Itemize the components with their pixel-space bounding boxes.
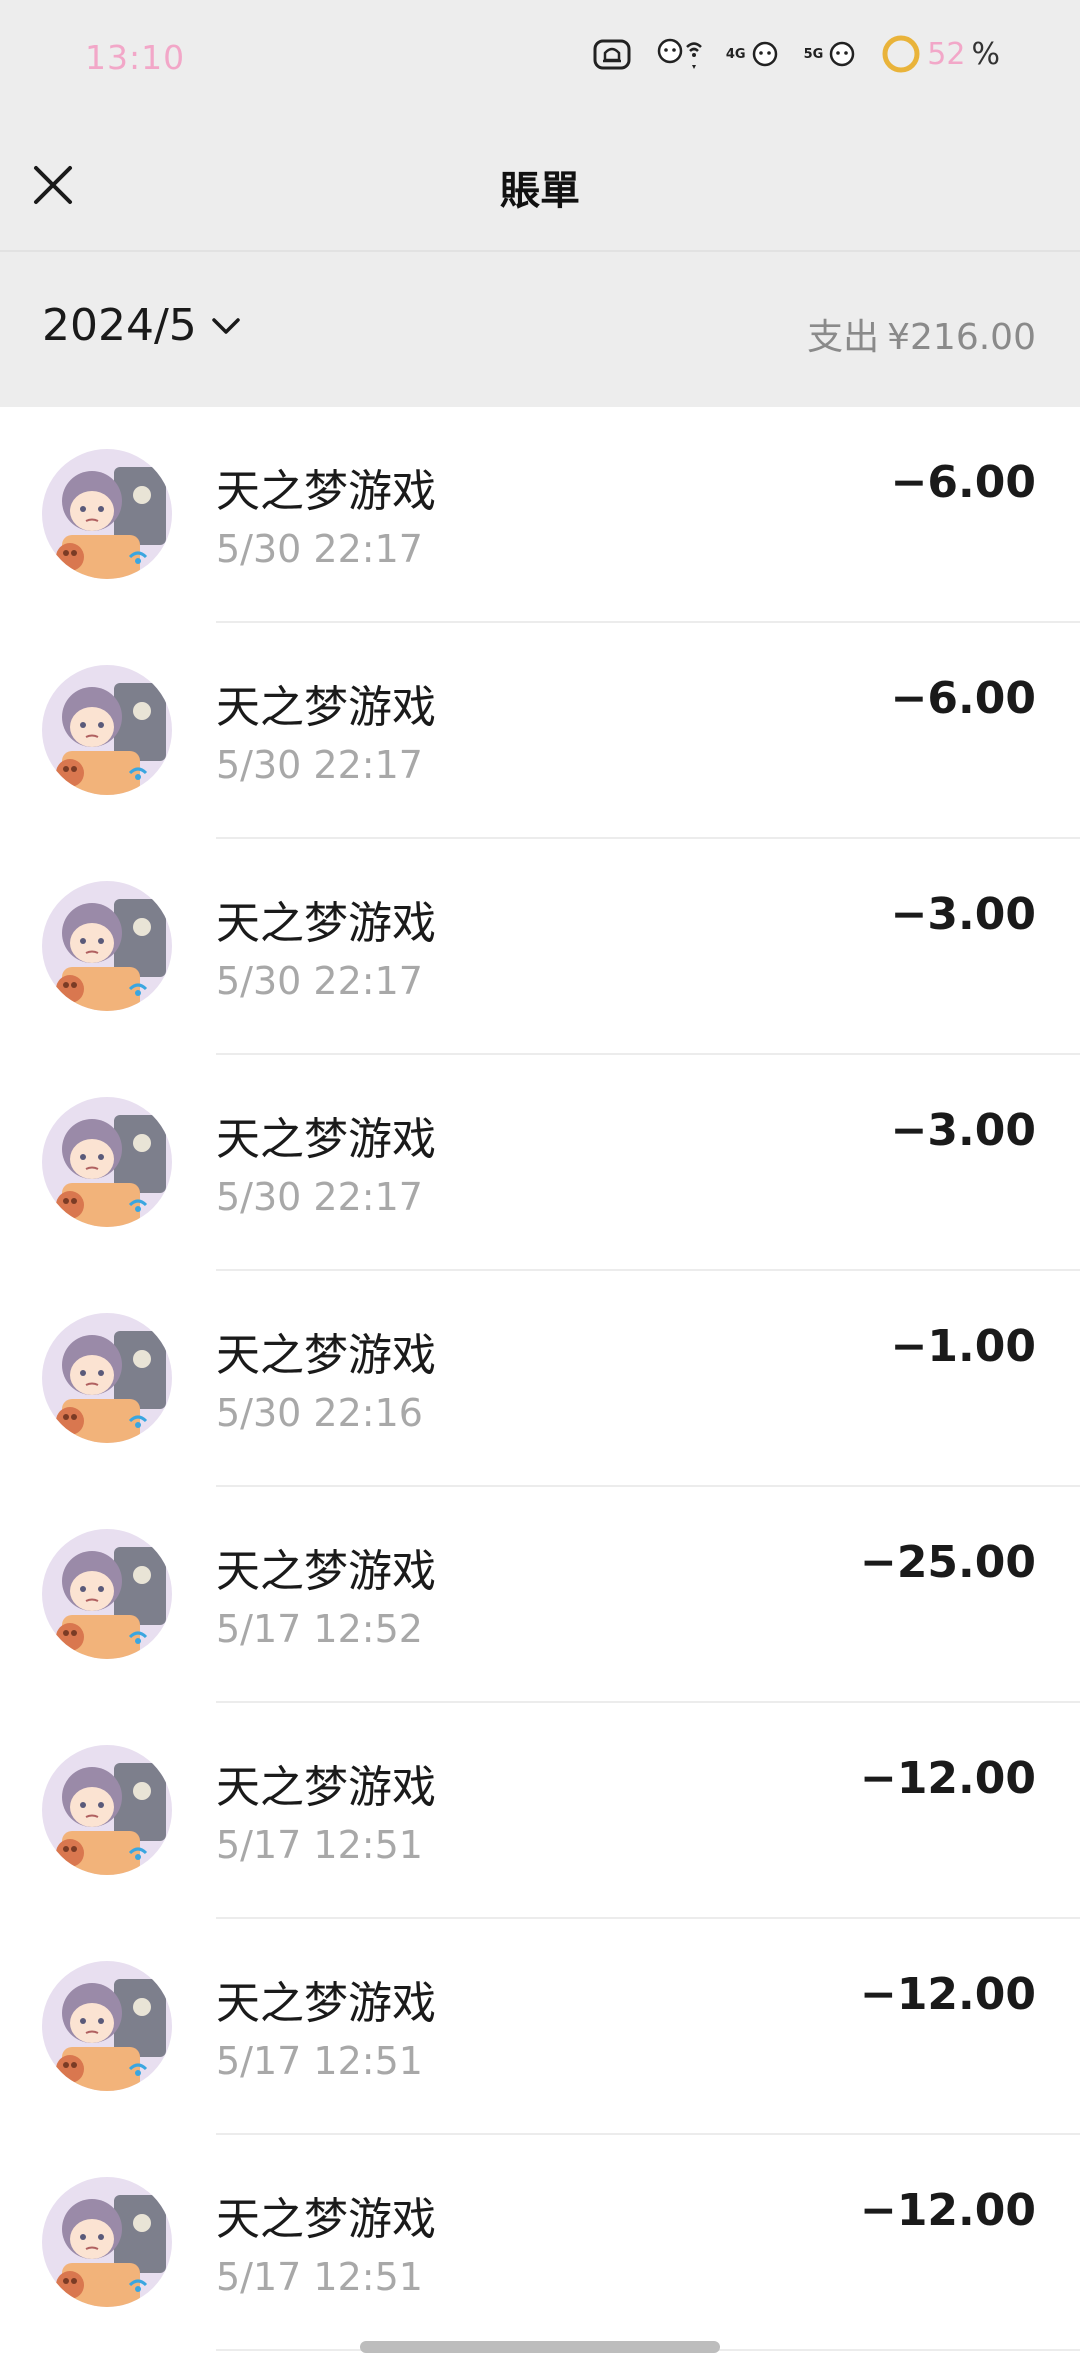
transaction-amount: −12.00: [859, 1753, 1036, 1804]
transaction-amount: −6.00: [890, 673, 1036, 724]
alarm-icon: [592, 36, 632, 72]
merchant-name: 天之梦游戏: [216, 1114, 436, 1165]
transaction-row[interactable]: 天之梦游戏 5/30 22:17 −6.00: [0, 623, 1080, 839]
merchant-name: 天之梦游戏: [216, 682, 436, 733]
transaction-row[interactable]: 天之梦游戏 5/30 22:17 −6.00: [0, 407, 1080, 623]
month-selector[interactable]: 2024/5: [42, 300, 241, 351]
merchant-name: 天之梦游戏: [216, 1762, 436, 1813]
merchant-avatar: [42, 881, 172, 1011]
transaction-row[interactable]: 天之梦游戏 5/30 22:17 −3.00: [0, 1055, 1080, 1271]
transaction-amount: −6.00: [890, 457, 1036, 508]
month-label: 2024/5: [42, 300, 197, 351]
transaction-row[interactable]: 天之梦游戏 5/30 22:17 −3.00: [0, 839, 1080, 1055]
expense-label: 支出: [807, 317, 880, 358]
expense-summary: 支出 ¥216.00: [799, 308, 1036, 360]
transaction-time: 5/30 22:16: [216, 1391, 423, 1435]
transaction-time: 5/30 22:17: [216, 959, 423, 1003]
merchant-avatar: [42, 1529, 172, 1659]
transaction-row[interactable]: 天之梦游戏 5/17 12:51 −12.00: [0, 1703, 1080, 1919]
transaction-amount: −12.00: [859, 1969, 1036, 2020]
expense-total: ¥216.00: [887, 317, 1036, 358]
transaction-list: 天之梦游戏 5/30 22:17 −6.00 天之梦游戏 5/30 22:17 …: [0, 407, 1080, 2351]
transaction-row[interactable]: 天之梦游戏 5/17 12:51 −12.00: [0, 1919, 1080, 2135]
status-bar: 13:10 4G 5G 52 %: [0, 0, 1080, 118]
page-title: 賬單: [500, 168, 580, 214]
transaction-amount: −3.00: [890, 889, 1036, 940]
transaction-row[interactable]: 天之梦游戏 5/17 12:51 −12.00: [0, 2135, 1080, 2351]
merchant-name: 天之梦游戏: [216, 1978, 436, 2029]
home-indicator[interactable]: [360, 2341, 720, 2353]
signal-5g-icon: 5G: [804, 39, 860, 69]
transaction-time: 5/17 12:52: [216, 1607, 423, 1651]
transaction-time: 5/30 22:17: [216, 527, 423, 571]
merchant-name: 天之梦游戏: [216, 898, 436, 949]
merchant-avatar: [42, 1097, 172, 1227]
transaction-row[interactable]: 天之梦游戏 5/17 12:52 −25.00: [0, 1487, 1080, 1703]
battery-icon: 52%: [881, 34, 1000, 74]
battery-level: 52: [927, 36, 966, 72]
transaction-time: 5/17 12:51: [216, 2255, 423, 2299]
month-summary-bar: 2024/5 支出 ¥216.00: [0, 252, 1080, 407]
merchant-avatar: [42, 2177, 172, 2307]
transaction-time: 5/30 22:17: [216, 743, 423, 787]
battery-percent-sign: %: [971, 36, 1000, 72]
transaction-time: 5/17 12:51: [216, 2039, 423, 2083]
merchant-avatar: [42, 1961, 172, 2091]
transaction-row[interactable]: 天之梦游戏 5/30 22:16 −1.00: [0, 1271, 1080, 1487]
status-icons: 4G 5G 52%: [592, 34, 1000, 74]
merchant-avatar: [42, 1313, 172, 1443]
merchant-avatar: [42, 449, 172, 579]
merchant-avatar: [42, 665, 172, 795]
nav-bar: 賬單: [0, 118, 1080, 250]
signal-4g-icon: 4G: [726, 39, 782, 69]
transaction-amount: −3.00: [890, 1105, 1036, 1156]
merchant-avatar: [42, 1745, 172, 1875]
transaction-amount: −25.00: [859, 1537, 1036, 1588]
transaction-time: 5/30 22:17: [216, 1175, 423, 1219]
merchant-name: 天之梦游戏: [216, 2194, 436, 2245]
status-time: 13:10: [85, 38, 186, 77]
chevron-down-icon: [212, 317, 240, 334]
transaction-time: 5/17 12:51: [216, 1823, 423, 1867]
wifi-icon: [654, 35, 704, 73]
transaction-amount: −12.00: [859, 2185, 1036, 2236]
merchant-name: 天之梦游戏: [216, 1546, 436, 1597]
merchant-name: 天之梦游戏: [216, 1330, 436, 1381]
merchant-name: 天之梦游戏: [216, 466, 436, 517]
transaction-amount: −1.00: [890, 1321, 1036, 1372]
